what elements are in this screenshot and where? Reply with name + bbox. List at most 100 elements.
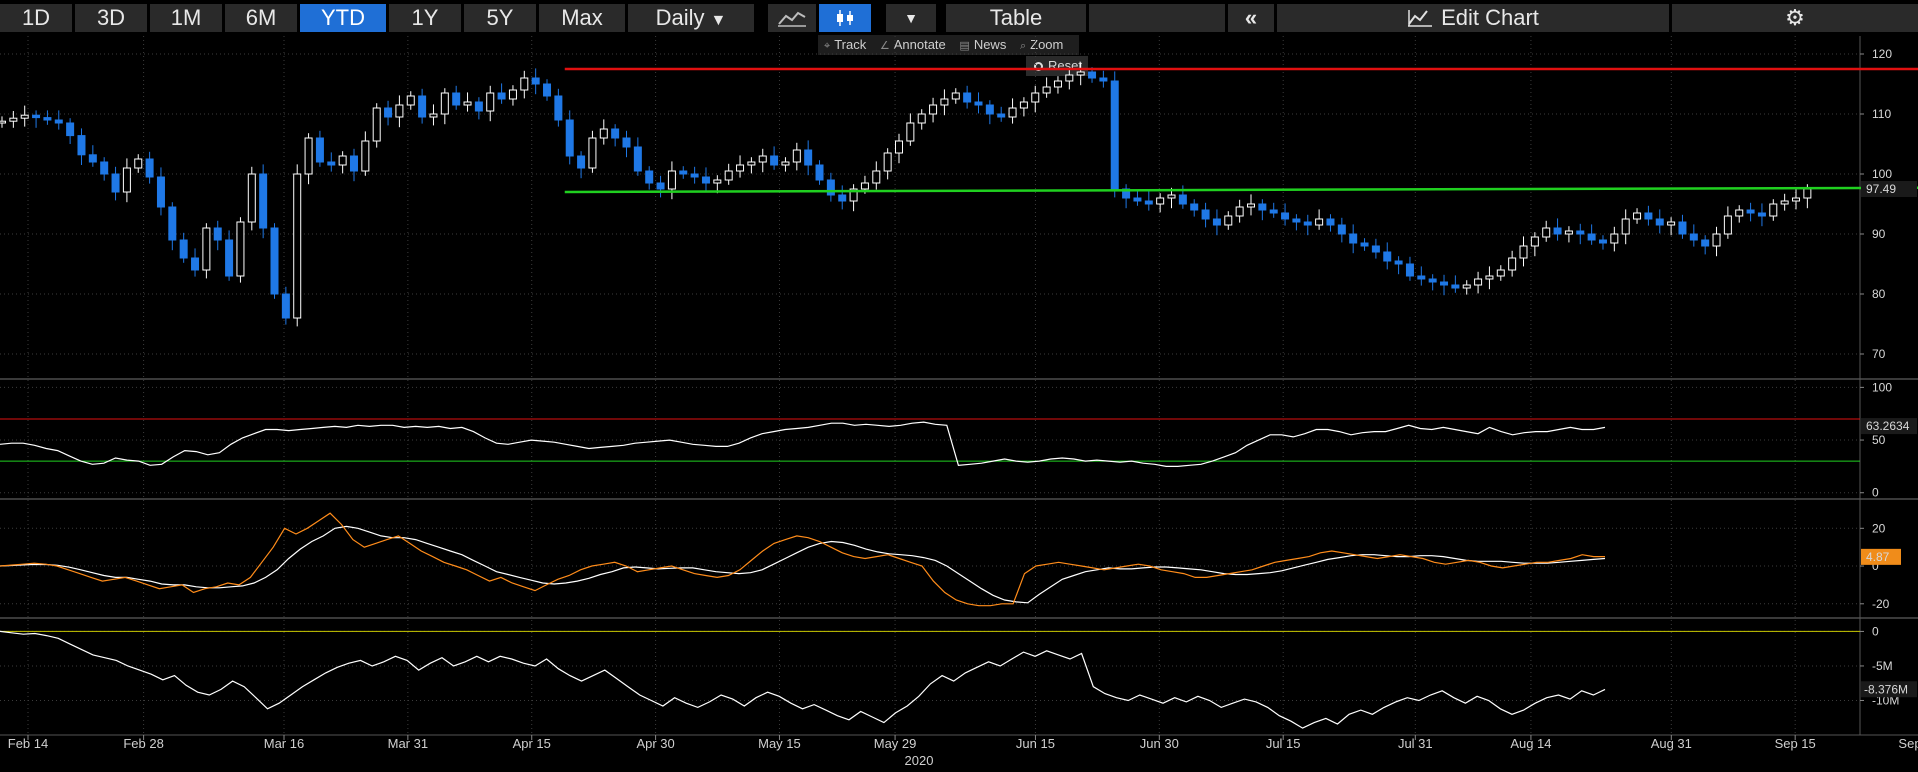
support-line xyxy=(564,186,1918,194)
rsi-y-tick-label: 50 xyxy=(1872,433,1886,447)
candle xyxy=(1746,209,1755,214)
candle xyxy=(1519,245,1528,259)
candle xyxy=(1542,227,1551,238)
candle xyxy=(690,173,699,178)
edit-chart-button[interactable]: Edit Chart xyxy=(1277,4,1669,32)
candle xyxy=(1031,92,1040,103)
range-button-ytd[interactable]: YTD xyxy=(300,4,386,32)
candle xyxy=(54,119,63,124)
range-button-5y[interactable]: 5Y xyxy=(464,4,536,32)
candle xyxy=(599,128,608,139)
candle xyxy=(1735,209,1744,217)
candle xyxy=(486,92,495,112)
candlestick-icon xyxy=(837,10,853,26)
candlestick-button[interactable] xyxy=(819,4,871,32)
candle xyxy=(1110,80,1119,190)
candle xyxy=(463,101,472,106)
candle xyxy=(418,95,427,118)
candle xyxy=(1212,218,1221,226)
candle xyxy=(963,92,972,103)
table-button[interactable]: Table xyxy=(946,4,1086,32)
more-options-dropdown[interactable]: ▼ xyxy=(886,4,936,32)
candle xyxy=(1246,203,1255,208)
candle xyxy=(815,164,824,181)
candle xyxy=(1644,212,1653,220)
candle xyxy=(452,92,461,106)
candle xyxy=(1269,209,1278,214)
candle xyxy=(20,114,29,119)
caret-down-icon: ▼ xyxy=(710,12,727,29)
candle xyxy=(1099,77,1108,82)
candle xyxy=(724,170,733,181)
candle xyxy=(1258,203,1267,211)
candle xyxy=(1780,200,1789,205)
double-chevron-left-icon: « xyxy=(1244,5,1258,30)
candle xyxy=(1371,245,1380,253)
rsi-line xyxy=(0,421,1606,467)
macd-line xyxy=(0,512,1605,607)
candle xyxy=(758,155,767,163)
candle xyxy=(1553,227,1562,235)
candle xyxy=(1065,74,1074,82)
rsi-y-tick-label: 0 xyxy=(1872,486,1879,500)
candle xyxy=(497,92,506,100)
rsi-y-tick-label: 100 xyxy=(1872,380,1892,394)
candle xyxy=(895,140,904,154)
macd-last-tag-label: 4.87 xyxy=(1866,550,1890,564)
x-tick-label: Mar 31 xyxy=(388,736,428,751)
candle xyxy=(191,257,200,271)
range-button-1m[interactable]: 1M xyxy=(150,4,222,32)
candle xyxy=(361,140,370,172)
settings-button[interactable]: ⚙ xyxy=(1672,4,1918,32)
candle xyxy=(134,158,143,169)
candle xyxy=(1803,188,1812,199)
candle xyxy=(622,137,631,148)
candle xyxy=(826,179,835,196)
candle xyxy=(474,101,483,112)
candle xyxy=(77,135,86,156)
candle xyxy=(156,176,165,208)
candle xyxy=(1701,239,1710,247)
candle xyxy=(1167,194,1176,199)
candle xyxy=(145,158,154,178)
candle xyxy=(1474,278,1483,286)
candle xyxy=(1610,233,1619,244)
candle xyxy=(213,227,222,241)
candle xyxy=(1235,206,1244,217)
range-button-max[interactable]: Max xyxy=(539,4,625,32)
line-chart-button[interactable] xyxy=(768,4,816,32)
candle xyxy=(304,137,313,175)
candle xyxy=(1598,239,1607,244)
candle xyxy=(406,95,415,106)
rsi-last-tag-label: 63.2634 xyxy=(1866,419,1910,433)
candle xyxy=(770,155,779,166)
candle xyxy=(838,194,847,202)
candle xyxy=(1655,218,1664,226)
candle xyxy=(1417,275,1426,280)
candle xyxy=(611,128,620,139)
candle xyxy=(985,104,994,115)
candle xyxy=(1042,86,1051,94)
range-button-1d[interactable]: 1D xyxy=(0,4,72,32)
frequency-dropdown[interactable]: Daily ▼ xyxy=(628,4,754,32)
caret-down-icon: ▼ xyxy=(904,10,918,26)
candle xyxy=(701,176,710,184)
candle xyxy=(736,164,745,172)
candle xyxy=(1178,194,1187,205)
range-button-6m[interactable]: 6M xyxy=(225,4,297,32)
price-y-tick-label: 100 xyxy=(1872,167,1892,181)
candle xyxy=(679,170,688,175)
candle xyxy=(168,206,177,241)
toolbar-spacer xyxy=(1089,4,1225,32)
range-button-3d[interactable]: 3D xyxy=(75,4,147,32)
candle xyxy=(122,167,131,193)
x-tick-label: Feb 14 xyxy=(8,736,48,751)
candle xyxy=(633,146,642,172)
candle xyxy=(100,161,109,175)
candle xyxy=(179,239,188,259)
candle xyxy=(43,117,52,121)
collapse-button[interactable]: « xyxy=(1228,4,1274,32)
candle xyxy=(1190,203,1199,211)
price-chart[interactable]: Feb 14 Feb 28 Mar 16 Mar 31 Apr 15 Apr 30 May … xyxy=(0,36,1918,772)
range-button-1y[interactable]: 1Y xyxy=(389,4,461,32)
